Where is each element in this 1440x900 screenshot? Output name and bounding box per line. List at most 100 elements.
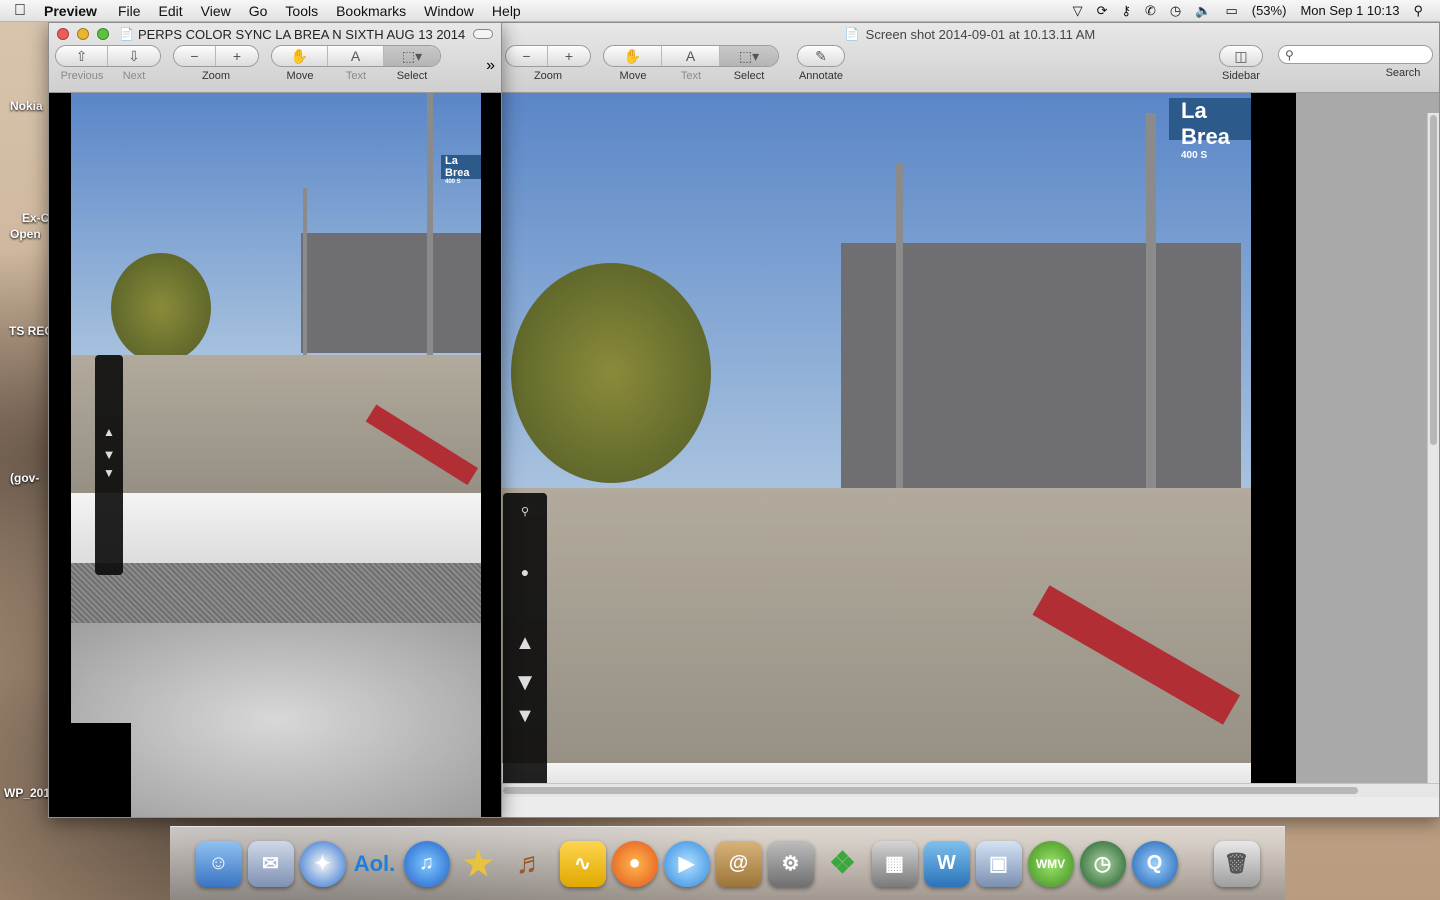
horizontal-scroll-thumb[interactable] bbox=[503, 787, 1358, 794]
desktop-file-label[interactable]: TS REC bbox=[9, 324, 53, 338]
battery-percent[interactable]: (53%) bbox=[1245, 3, 1294, 18]
next-button[interactable]: ⇩ bbox=[108, 46, 160, 66]
play-down-icon[interactable]: ▼ bbox=[103, 447, 116, 462]
zoom-in-button[interactable]: + bbox=[548, 46, 590, 66]
fast-up-icon[interactable]: ▲ bbox=[103, 425, 115, 439]
facetime-icon[interactable]: ▶ bbox=[663, 840, 710, 887]
select-tool-button[interactable]: ⬚▾ bbox=[384, 46, 440, 66]
zoom-out-button[interactable]: − bbox=[174, 46, 216, 66]
finder-icon[interactable]: ☺ bbox=[195, 840, 242, 887]
road bbox=[501, 488, 1251, 778]
move-label: Move bbox=[619, 70, 647, 82]
menu-view[interactable]: View bbox=[192, 3, 240, 19]
garageband-icon[interactable]: ♬ bbox=[508, 841, 554, 887]
search-input[interactable]: ⚲ bbox=[1278, 45, 1433, 64]
screenshot-image: La Brea 400 S ⚲ ● ▲ ▼ ▼ bbox=[501, 93, 1296, 797]
pin-icon[interactable]: ⚲ bbox=[521, 505, 529, 518]
building bbox=[301, 233, 481, 353]
zoom-control: − + Zoom bbox=[173, 45, 259, 82]
zoom-in-button[interactable]: + bbox=[216, 46, 258, 66]
menu-edit[interactable]: Edit bbox=[150, 3, 192, 19]
sidebar-button[interactable]: ◫ bbox=[1220, 46, 1262, 66]
document-area: La Brea 400 S ▲ ▼ ▼ bbox=[49, 93, 501, 817]
battery-icon[interactable]: ▭ bbox=[1218, 3, 1244, 19]
volume-slider-knob[interactable]: ● bbox=[521, 564, 529, 580]
street-sign: La Brea 400 S bbox=[1169, 98, 1251, 161]
menu-file[interactable]: File bbox=[109, 3, 150, 19]
time-machine-icon[interactable]: ◷ bbox=[1079, 840, 1126, 887]
annotate-control: ✎ Annotate bbox=[791, 45, 851, 82]
menu-bookmarks[interactable]: Bookmarks bbox=[327, 3, 415, 19]
audio-icon[interactable]: ∿ bbox=[559, 840, 606, 887]
move-tool-button[interactable]: ✋ bbox=[272, 46, 328, 66]
volume-icon[interactable]: 🔈 bbox=[1188, 3, 1218, 19]
text-tool-button[interactable]: A bbox=[662, 46, 720, 66]
previous-button[interactable]: ⇧ bbox=[56, 46, 108, 66]
vertical-scrollbar[interactable] bbox=[1427, 113, 1439, 793]
menu-tools[interactable]: Tools bbox=[276, 3, 327, 19]
horizontal-scrollbar[interactable] bbox=[501, 783, 1439, 797]
imovie-icon[interactable]: ★ bbox=[456, 841, 502, 887]
office-icon[interactable]: ❖ bbox=[820, 841, 866, 887]
vertical-scroll-thumb[interactable] bbox=[1430, 115, 1437, 445]
time-machine-status-icon[interactable]: ◷ bbox=[1163, 3, 1188, 19]
nav-control: ⇧ ⇩ Previous Next bbox=[55, 45, 161, 82]
word-icon[interactable]: W bbox=[923, 840, 970, 887]
wifi-icon[interactable]: ▽ bbox=[1066, 3, 1090, 19]
toolbar-toggle-button[interactable] bbox=[473, 29, 493, 39]
minimize-button[interactable] bbox=[77, 28, 89, 40]
system-preferences-icon[interactable]: ⚙ bbox=[767, 840, 814, 887]
menu-window[interactable]: Window bbox=[415, 3, 483, 19]
apple-icon[interactable]:  bbox=[0, 2, 40, 20]
dock: ☺ ✉ ✦ Aol. ♫ ★ ♬ ∿ ● ▶ @ ⚙ ❖ ▦ W ▣ WMV ◷… bbox=[170, 826, 1285, 900]
bluetooth-icon[interactable]: ⚷ bbox=[1114, 3, 1138, 19]
up-arrow-icon: ⇧ bbox=[75, 47, 88, 64]
menu-app-name[interactable]: Preview bbox=[40, 3, 109, 19]
menu-go[interactable]: Go bbox=[240, 3, 277, 19]
pencil-icon: ✎ bbox=[815, 47, 827, 64]
desktop-file-label[interactable]: Nokia bbox=[10, 99, 43, 113]
firefox-icon[interactable]: ● bbox=[611, 840, 658, 887]
text-tool-button[interactable]: A bbox=[328, 46, 384, 66]
aol-icon[interactable]: Aol. bbox=[352, 841, 398, 887]
quicktime-icon[interactable]: Q bbox=[1131, 840, 1178, 887]
fast-up-icon[interactable]: ▲ bbox=[515, 632, 535, 655]
zoom-control: − + Zoom bbox=[505, 45, 591, 82]
play-down-icon[interactable]: ▼ bbox=[513, 669, 537, 697]
address-book-icon[interactable]: @ bbox=[715, 840, 762, 887]
phone-icon[interactable]: ✆ bbox=[1138, 3, 1163, 19]
select-label: Select bbox=[396, 70, 428, 82]
street-sign: La Brea 400 S bbox=[441, 155, 481, 185]
toolbar-overflow-button[interactable]: » bbox=[486, 57, 495, 75]
desktop-file-label[interactable]: WP_201 bbox=[4, 786, 50, 800]
car-hood bbox=[71, 493, 481, 573]
clock[interactable]: Mon Sep 1 10:13 bbox=[1293, 3, 1406, 18]
safari-icon[interactable]: ✦ bbox=[299, 840, 346, 887]
tool-mode-control: ✋ A ⬚▾ Move Text Select bbox=[271, 45, 441, 82]
iphoto-icon[interactable]: ▣ bbox=[975, 840, 1022, 887]
zoom-out-button[interactable]: − bbox=[506, 46, 548, 66]
zoom-label: Zoom bbox=[533, 70, 563, 82]
search-label: Search bbox=[1385, 67, 1421, 79]
move-tool-button[interactable]: ✋ bbox=[604, 46, 662, 66]
annotate-button[interactable]: ✎ bbox=[798, 46, 844, 66]
desktop-file-label[interactable]: Open bbox=[10, 227, 41, 241]
photo-booth-icon[interactable]: ▦ bbox=[871, 840, 918, 887]
itunes-icon[interactable]: ♫ bbox=[403, 840, 450, 887]
wmv-icon[interactable]: WMV bbox=[1027, 840, 1074, 887]
trash-icon[interactable]: 🗑 bbox=[1213, 840, 1260, 887]
desktop-file-label[interactable]: (gov- bbox=[10, 471, 39, 485]
desktop-file-label[interactable]: Ex-C bbox=[22, 211, 49, 225]
close-button[interactable] bbox=[57, 28, 69, 40]
spotlight-icon[interactable]: ⚲ bbox=[1406, 3, 1430, 19]
fast-down-icon[interactable]: ▼ bbox=[103, 466, 115, 480]
menu-help[interactable]: Help bbox=[483, 3, 530, 19]
street-pole bbox=[427, 93, 433, 393]
fast-down-icon[interactable]: ▼ bbox=[515, 705, 535, 728]
mail-icon[interactable]: ✉ bbox=[247, 840, 294, 887]
zoom-window-button[interactable] bbox=[97, 28, 109, 40]
sidebar-control: ◫ Sidebar bbox=[1216, 45, 1266, 82]
select-tool-button[interactable]: ⬚▾ bbox=[720, 46, 778, 66]
sync-icon[interactable]: ⟳ bbox=[1090, 3, 1115, 19]
document-icon: 📄 bbox=[844, 27, 860, 41]
